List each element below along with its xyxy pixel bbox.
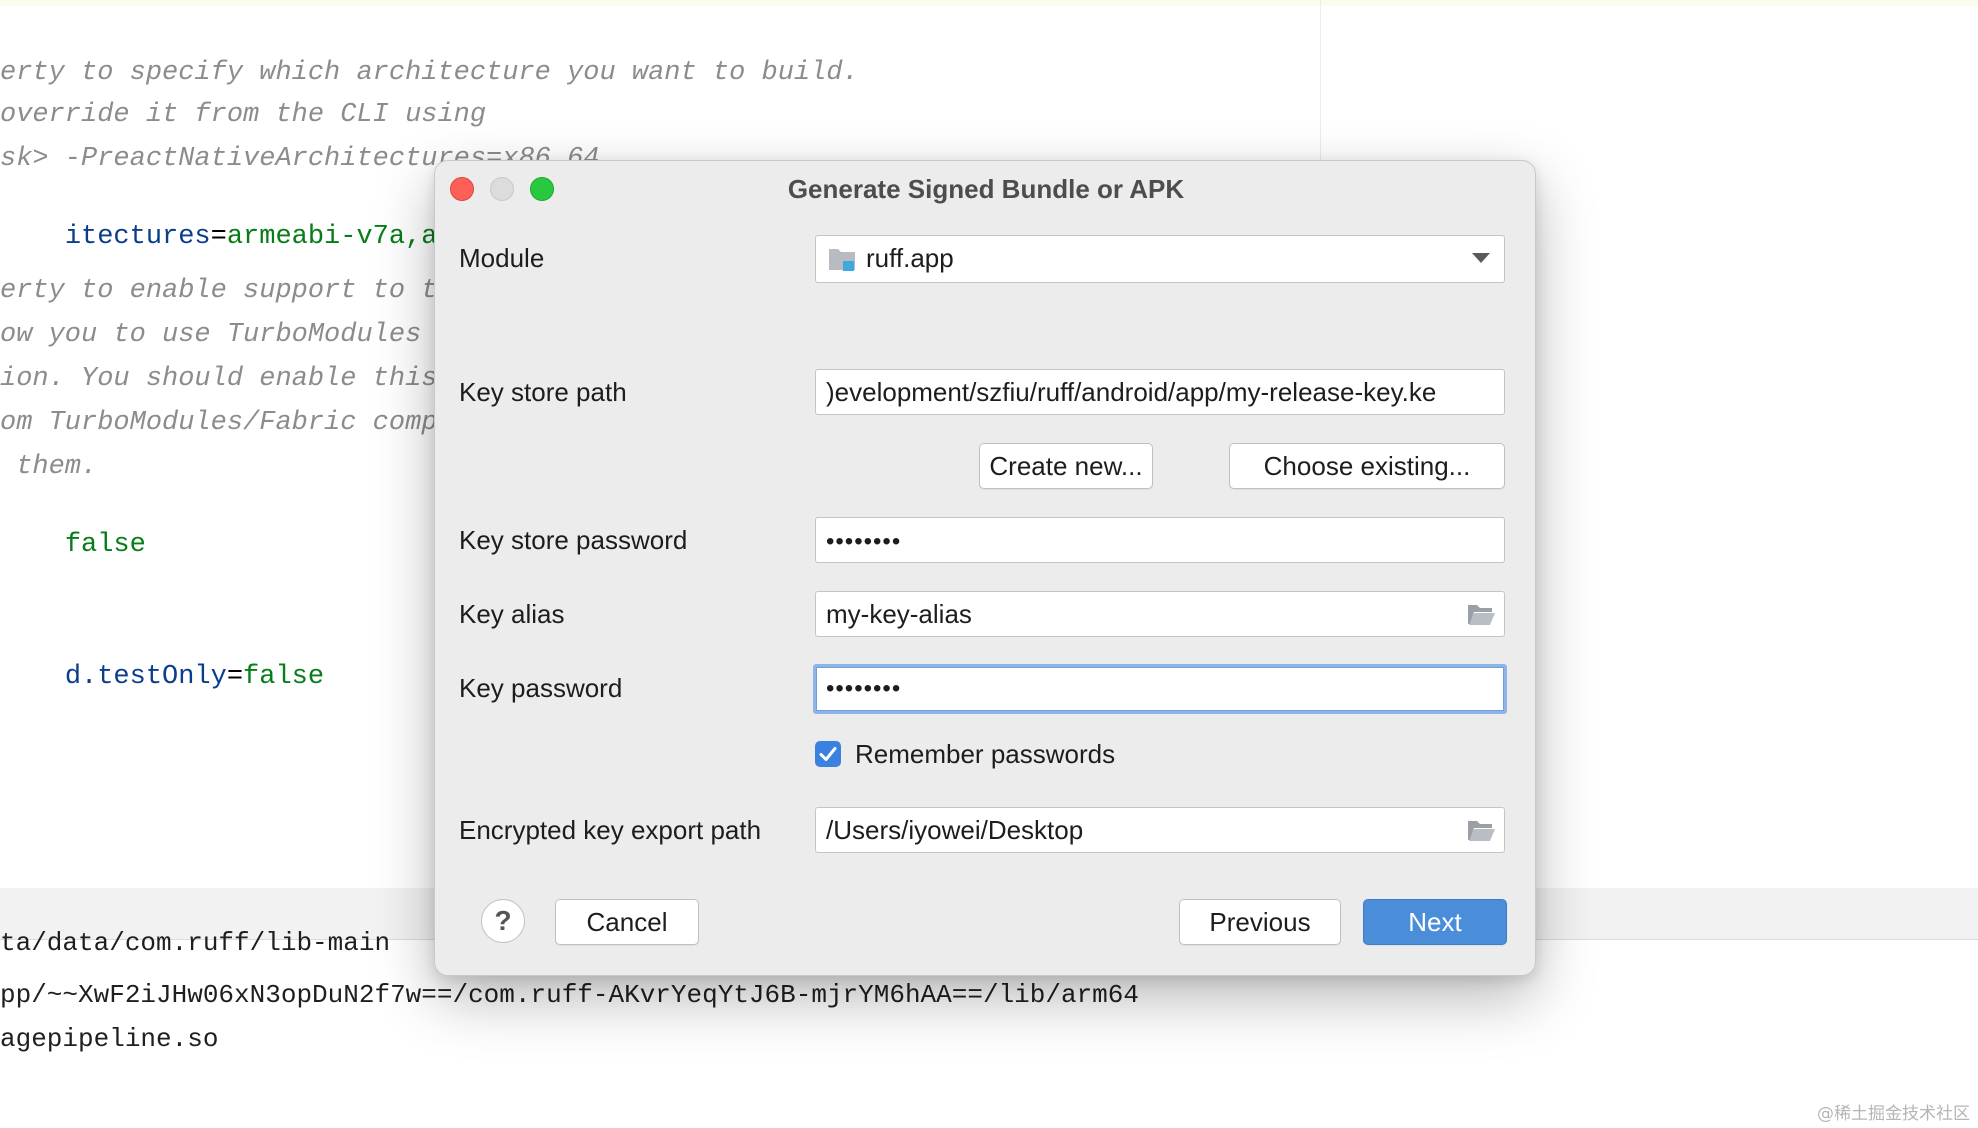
chevron-down-icon[interactable]	[1472, 253, 1490, 263]
code-line: them.	[0, 452, 98, 482]
watermark: @稀土掘金技术社区	[1817, 1104, 1970, 1124]
key-store-path-input[interactable]: )evelopment/szfiu/ruff/android/app/my-re…	[815, 369, 1505, 415]
key-password-label: Key password	[459, 673, 623, 703]
code-line: d.testOnly=false	[0, 626, 324, 728]
encrypted-key-export-path-input[interactable]: /Users/iyowei/Desktop	[815, 807, 1505, 853]
key-alias-input[interactable]: my-key-alias	[815, 591, 1505, 637]
key-alias-label: Key alias	[459, 599, 565, 629]
code-line: false	[0, 494, 146, 596]
open-folder-icon[interactable]	[1466, 601, 1496, 627]
help-button[interactable]: ?	[481, 899, 525, 943]
key-store-password-input[interactable]: ••••••••	[815, 517, 1505, 563]
console-line: agepipeline.so	[0, 1024, 219, 1054]
console-line: ta/data/com.ruff/lib-main	[0, 928, 391, 958]
key-password-input[interactable]: ••••••••	[813, 664, 1507, 714]
editor-top-strip	[0, 0, 1978, 6]
module-value: ruff.app	[866, 243, 954, 273]
encrypted-key-export-path-value: /Users/iyowei/Desktop	[826, 815, 1084, 845]
key-password-value: ••••••••	[826, 675, 902, 702]
code-key: d.testOnly	[64, 662, 227, 692]
cancel-button[interactable]: Cancel	[555, 899, 699, 945]
generate-signed-bundle-dialog: Generate Signed Bundle or APK Module ruf…	[434, 160, 1536, 976]
remember-passwords-label[interactable]: Remember passwords	[855, 737, 1115, 771]
remember-passwords-checkbox[interactable]	[815, 741, 841, 767]
key-store-password-label: Key store password	[459, 525, 688, 555]
console-line: pp/~~XwF2iJHw06xN3opDuN2f7w==/com.ruff-A…	[0, 980, 1139, 1010]
code-value: false	[64, 530, 146, 560]
code-line: override it from the CLI using	[0, 100, 487, 130]
key-store-path-value: )evelopment/szfiu/ruff/android/app/my-re…	[826, 377, 1437, 407]
module-label: Module	[459, 243, 545, 273]
code-eq: =	[226, 662, 244, 692]
key-alias-value: my-key-alias	[826, 599, 972, 629]
key-store-password-value: ••••••••	[826, 528, 902, 555]
next-button[interactable]: Next	[1363, 899, 1507, 945]
choose-existing-button[interactable]: Choose existing...	[1229, 443, 1505, 489]
key-store-path-label: Key store path	[459, 377, 627, 407]
module-folder-icon	[829, 249, 855, 271]
code-value: false	[243, 662, 325, 692]
module-select[interactable]: ruff.app	[815, 235, 1505, 283]
open-folder-icon[interactable]	[1466, 817, 1496, 843]
previous-button[interactable]: Previous	[1179, 899, 1341, 945]
checkmark-icon	[819, 747, 837, 761]
code-line: erty to specify which architecture you w…	[0, 58, 859, 88]
code-key: itectures	[64, 222, 211, 252]
encrypted-key-export-path-label: Encrypted key export path	[459, 815, 762, 845]
create-new-button[interactable]: Create new...	[979, 443, 1153, 489]
dialog-title: Generate Signed Bundle or APK	[787, 174, 1185, 204]
code-eq: =	[210, 222, 227, 252]
